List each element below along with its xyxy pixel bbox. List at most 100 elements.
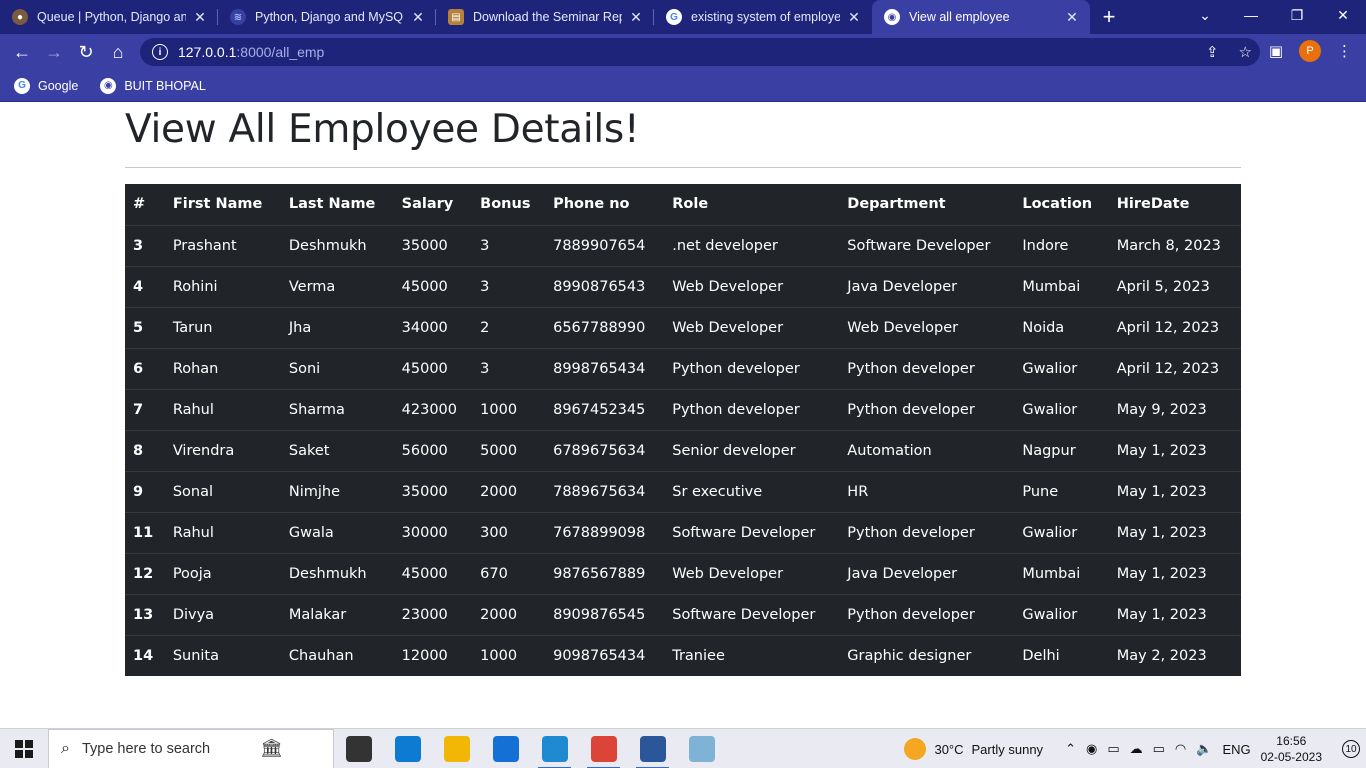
taskbar-app[interactable] bbox=[432, 729, 481, 768]
search-placeholder: Type here to search bbox=[81, 740, 211, 757]
show-hidden-icons-chevron-icon[interactable]: ⌃ bbox=[1065, 741, 1076, 757]
start-button[interactable] bbox=[0, 729, 48, 768]
site-info-icon[interactable]: i bbox=[152, 44, 168, 60]
weather-widget[interactable]: 30°C Partly sunny bbox=[904, 738, 1043, 760]
share-icon[interactable]: ⇪ bbox=[1206, 43, 1219, 61]
table-cell: 3 bbox=[472, 347, 546, 389]
taskbar-app[interactable] bbox=[579, 729, 628, 768]
table-row: 8 Virendra Saket 56000 5000 6789675634 Senior … bbox=[125, 429, 1241, 471]
minimize-icon[interactable]: — bbox=[1228, 0, 1274, 30]
globe-icon: ◉ bbox=[884, 9, 900, 25]
table-cell: Software Developer bbox=[664, 511, 840, 553]
table-row: 11 Rahul Gwala 30000 300 7678899098 Software D… bbox=[125, 511, 1241, 553]
table-cell: 4 bbox=[125, 265, 165, 307]
battery-icon[interactable]: ▭ bbox=[1153, 741, 1165, 757]
language-indicator[interactable]: ENG bbox=[1222, 742, 1250, 757]
bookmark-star-icon[interactable]: ☆ bbox=[1239, 43, 1252, 61]
taskbar-apps bbox=[334, 729, 726, 768]
tab-view-all-employee[interactable]: ◉ View all employee ✕ bbox=[872, 0, 1090, 34]
table-cell: Deshmukh bbox=[280, 224, 394, 266]
notification-count: 10 bbox=[1342, 740, 1360, 758]
taskbar-app[interactable] bbox=[481, 729, 530, 768]
new-tab-button[interactable]: + bbox=[1090, 0, 1128, 34]
table-cell: Python developer bbox=[839, 511, 1015, 553]
close-icon[interactable]: ✕ bbox=[410, 9, 426, 26]
table-cell: Rohan bbox=[164, 347, 281, 389]
back-icon[interactable]: ← bbox=[6, 36, 38, 68]
taskbar-app[interactable] bbox=[530, 729, 579, 768]
tab-title: Download the Seminar Repor bbox=[473, 10, 622, 24]
table-cell: Python developer bbox=[664, 388, 840, 430]
close-window-icon[interactable]: ✕ bbox=[1320, 0, 1366, 30]
table-cell: HR bbox=[839, 470, 1015, 512]
home-icon[interactable]: ⌂ bbox=[102, 36, 134, 68]
taskbar-app[interactable] bbox=[677, 729, 726, 768]
close-icon[interactable]: ✕ bbox=[1064, 9, 1080, 26]
profile-avatar[interactable]: P bbox=[1299, 40, 1321, 62]
record-icon[interactable]: ◉ bbox=[1086, 741, 1097, 757]
table-cell: 35000 bbox=[393, 224, 473, 266]
table-cell: Gwalior bbox=[1014, 347, 1109, 389]
table-cell: Pune bbox=[1014, 470, 1109, 512]
table-cell: Pooja bbox=[164, 552, 281, 594]
table-cell: Gwala bbox=[280, 511, 394, 553]
bookmark-google[interactable]: G Google bbox=[14, 77, 78, 94]
column-header: First Name bbox=[164, 184, 281, 226]
notifications-button[interactable]: 10 bbox=[1336, 729, 1366, 768]
table-cell: Python developer bbox=[839, 388, 1015, 430]
table-cell: Traniee bbox=[664, 634, 840, 676]
address-bar[interactable]: i 127.0.0.1:8000/all_emp ⇪ ☆ bbox=[140, 38, 1260, 66]
table-cell: Python developer bbox=[664, 347, 840, 389]
table-cell: 45000 bbox=[393, 552, 473, 594]
table-cell: 9876567889 bbox=[545, 552, 665, 594]
taskbar-search[interactable]: ⌕ Type here to search 🏛 bbox=[48, 728, 334, 768]
table-cell: 1000 bbox=[472, 634, 546, 676]
close-icon[interactable]: ✕ bbox=[192, 9, 208, 26]
tab-python-django[interactable]: ≋ Python, Django and MySQL F ✕ bbox=[218, 0, 436, 34]
forward-icon[interactable]: → bbox=[38, 36, 70, 68]
tab-seminar-report[interactable]: ▤ Download the Seminar Repor ✕ bbox=[436, 0, 654, 34]
table-cell: May 1, 2023 bbox=[1108, 470, 1241, 512]
table-header-row: # First Name Last Name Salary Bonus Phone no R… bbox=[125, 184, 1241, 226]
table-cell: 12 bbox=[125, 552, 165, 594]
table-cell: 2000 bbox=[472, 470, 546, 512]
table-cell: 1000 bbox=[472, 388, 546, 430]
table-cell: 8990876543 bbox=[545, 265, 665, 307]
table-row: 7 Rahul Sharma 423000 1000 8967452345 Python d… bbox=[125, 388, 1241, 430]
side-panel-icon[interactable]: ▣ bbox=[1269, 42, 1283, 60]
taskbar-app[interactable] bbox=[628, 729, 677, 768]
table-cell: May 2, 2023 bbox=[1108, 634, 1241, 676]
table-cell: 5 bbox=[125, 306, 165, 348]
table-cell: 8909876545 bbox=[545, 593, 665, 635]
anaconda-icon: ● bbox=[12, 9, 28, 25]
meet-icon[interactable]: ▭ bbox=[1107, 741, 1119, 757]
table-cell: 23000 bbox=[393, 593, 473, 635]
table-cell: Nagpur bbox=[1014, 429, 1109, 471]
volume-icon[interactable]: 🔈 bbox=[1196, 741, 1212, 757]
tab-existing-system[interactable]: G existing system of employee ✕ bbox=[654, 0, 872, 34]
restore-icon[interactable]: ❐ bbox=[1274, 0, 1320, 30]
table-cell: Web Developer bbox=[664, 306, 840, 348]
menu-icon[interactable]: ⋮ bbox=[1337, 42, 1352, 60]
clock[interactable]: 16:56 02-05-2023 bbox=[1261, 733, 1322, 765]
address-path: :8000/all_emp bbox=[236, 44, 325, 60]
taskbar-app[interactable] bbox=[334, 729, 383, 768]
bookmark-label: BUIT BHOPAL bbox=[124, 78, 206, 93]
reload-icon[interactable]: ↻ bbox=[70, 36, 102, 68]
table-cell: April 12, 2023 bbox=[1108, 347, 1241, 389]
tab-search-chevron-icon[interactable]: ⌄ bbox=[1182, 0, 1228, 30]
tab-title: Python, Django and MySQL F bbox=[255, 10, 404, 24]
table-cell: Tarun bbox=[164, 306, 281, 348]
table-cell: Prashant bbox=[164, 224, 281, 266]
tray-icons: ⌃ ◉ ▭ ☁ ▭ ◠ 🔈 ENG bbox=[1065, 741, 1251, 757]
wifi-icon[interactable]: ◠ bbox=[1175, 741, 1186, 757]
taskbar-app[interactable] bbox=[383, 729, 432, 768]
table-cell: Noida bbox=[1014, 306, 1109, 348]
bookmark-buit-bhopal[interactable]: ◉ BUIT BHOPAL bbox=[100, 77, 206, 94]
cloud-icon[interactable]: ☁ bbox=[1130, 741, 1143, 757]
close-icon[interactable]: ✕ bbox=[846, 9, 862, 26]
tab-title: View all employee bbox=[909, 10, 1010, 24]
table-cell: Soni bbox=[280, 347, 394, 389]
close-icon[interactable]: ✕ bbox=[628, 9, 644, 26]
tab-queue[interactable]: ● Queue | Python, Django and ✕ bbox=[0, 0, 218, 34]
